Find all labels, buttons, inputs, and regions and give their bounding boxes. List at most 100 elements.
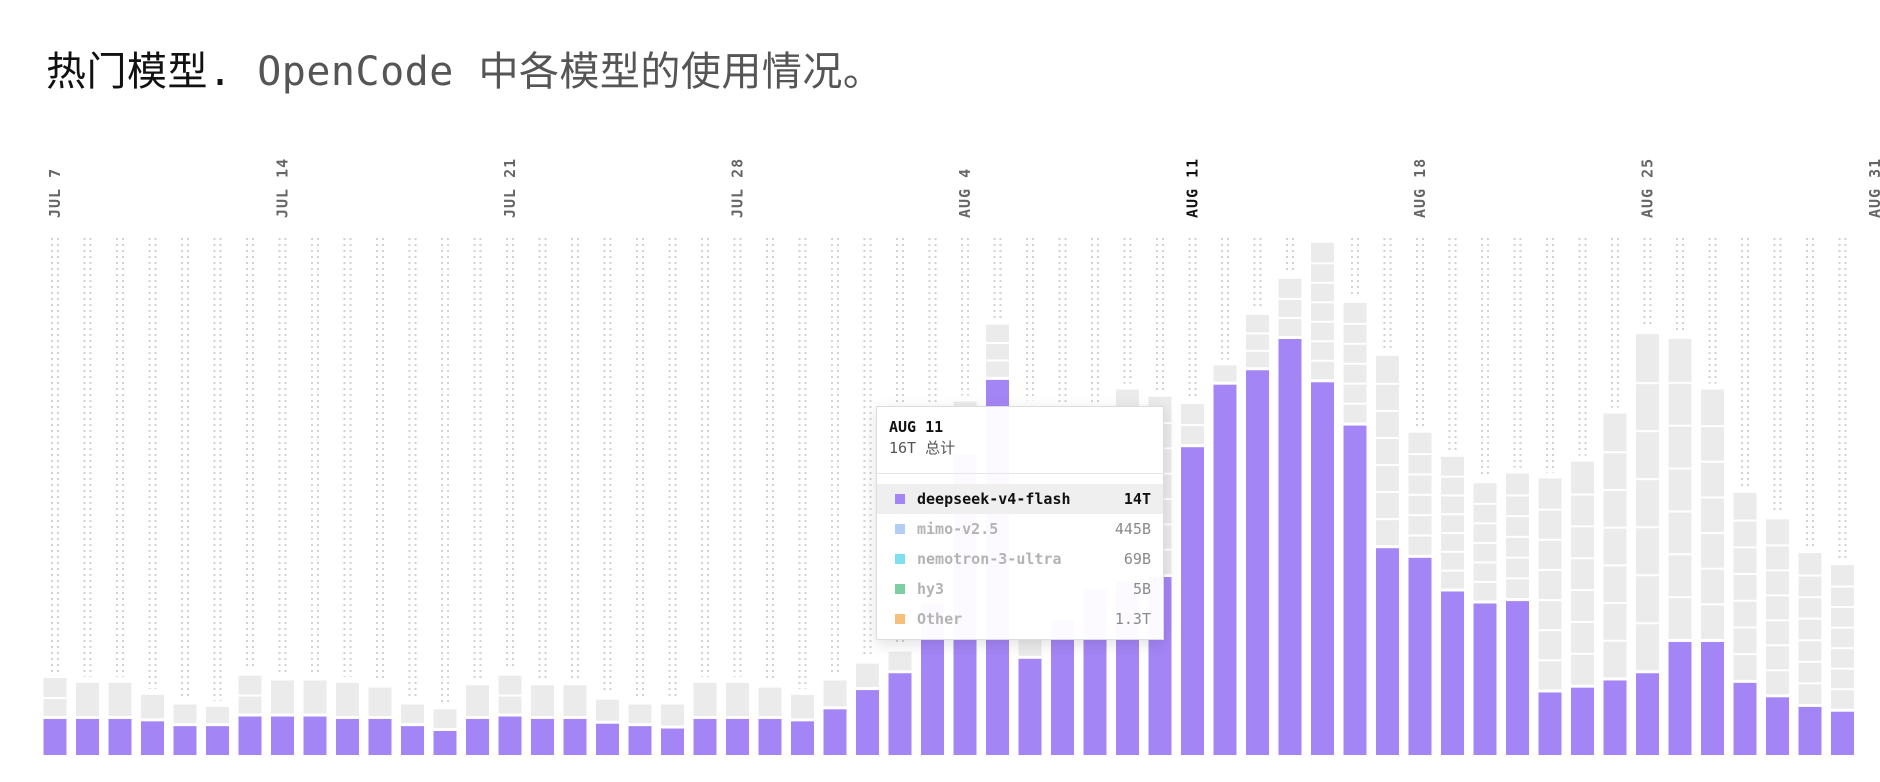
bar-highlight — [238, 716, 262, 755]
bar-group — [726, 682, 749, 755]
bar-highlight — [173, 726, 197, 755]
bar-group — [1831, 565, 1854, 755]
bar-separator — [1831, 585, 1854, 588]
bar-separator — [1798, 574, 1822, 577]
bar-group — [498, 675, 522, 755]
bar-separator — [1571, 652, 1594, 655]
bar-separator — [1733, 599, 1757, 602]
bar-separator — [1733, 626, 1757, 629]
bar-highlight — [791, 721, 814, 755]
tooltip-total: 16T 总计 — [889, 437, 1151, 459]
bar-group — [1408, 432, 1432, 755]
bar-other — [986, 324, 1009, 377]
bar-separator — [1538, 568, 1562, 571]
bar-highlight — [726, 718, 749, 755]
bar-highlight — [1571, 687, 1594, 755]
bar-highlight — [1311, 382, 1334, 755]
bar-other — [1278, 278, 1302, 336]
bar-separator — [1441, 569, 1464, 572]
bar-separator — [1441, 513, 1464, 516]
bar-separator — [1441, 494, 1464, 497]
bar-separator — [1701, 496, 1724, 499]
tooltip-row[interactable]: deepseek-v4-flash 14T — [877, 484, 1163, 514]
bar-other — [141, 694, 164, 719]
bar-separator — [1278, 297, 1302, 300]
bar-separator — [1473, 580, 1497, 583]
bar-group — [1636, 334, 1659, 755]
bar-highlight — [1441, 591, 1464, 755]
bar-highlight — [823, 709, 847, 755]
x-tick-label: AUG 31 — [1866, 158, 1880, 218]
bar-separator — [1311, 320, 1334, 323]
bar-highlight — [1408, 557, 1432, 755]
bar-group — [661, 704, 684, 755]
bar-separator — [238, 694, 262, 697]
tooltip-rows: deepseek-v4-flash 14T mimo-v2.5 445B nemotro… — [877, 474, 1163, 634]
bar-separator — [1798, 596, 1822, 599]
bar-group — [758, 687, 782, 755]
bar-highlight — [856, 690, 879, 755]
bar-other — [206, 706, 229, 724]
bar-separator — [1766, 594, 1789, 597]
bar-group — [563, 685, 587, 755]
bar-separator — [1538, 538, 1562, 541]
bar-separator — [1831, 626, 1854, 629]
bar-other — [368, 687, 392, 716]
bar-separator — [1181, 424, 1204, 427]
x-tick-label: JUL 7 — [46, 168, 64, 218]
bar-highlight — [401, 726, 424, 755]
bar-separator — [1668, 596, 1692, 599]
tooltip-row[interactable]: Other 1.3T — [877, 604, 1163, 634]
tooltip-row-name: Other — [917, 610, 963, 628]
bar-separator — [1798, 682, 1822, 685]
bar-separator — [1376, 464, 1399, 467]
bar-other — [466, 685, 489, 716]
bar-separator — [1408, 473, 1432, 476]
bar-other — [76, 682, 99, 716]
bar-separator — [986, 359, 1009, 362]
bar-group — [1538, 478, 1562, 755]
tooltip-row[interactable]: hy3 5B — [877, 574, 1163, 604]
bar-separator — [1668, 510, 1692, 513]
bar-group — [1701, 389, 1724, 755]
bar-separator — [1506, 515, 1529, 518]
bar-highlight — [206, 726, 229, 755]
bar-group — [1311, 242, 1334, 755]
bar-separator — [1473, 502, 1497, 505]
bar-other — [173, 704, 197, 724]
bar-highlight — [1636, 673, 1659, 755]
bar-group — [1181, 403, 1204, 755]
bar-highlight — [1343, 425, 1367, 755]
bar-separator — [1376, 382, 1399, 385]
bar-separator — [1376, 518, 1399, 521]
bar-separator — [1376, 491, 1399, 494]
x-tick-label: AUG 4 — [956, 168, 974, 218]
legend-swatch — [895, 554, 905, 564]
bar-highlight — [76, 718, 99, 755]
bar-other — [693, 682, 717, 716]
bar-other — [596, 699, 619, 721]
tooltip-row-name: mimo-v2.5 — [917, 520, 999, 538]
bar-separator — [1766, 644, 1789, 647]
bar-highlight — [368, 718, 392, 755]
bar-highlight — [1051, 620, 1074, 755]
bar-separator — [1571, 589, 1594, 592]
bar-other — [661, 704, 684, 726]
tooltip-row[interactable]: mimo-v2.5 445B — [877, 514, 1163, 544]
bar-separator — [1311, 359, 1334, 362]
tooltip-row[interactable]: nemotron-3-ultra 69B — [877, 544, 1163, 574]
tooltip-total-label: 总计 — [925, 439, 956, 457]
bar-separator — [1408, 453, 1432, 456]
tooltip-row-name: nemotron-3-ultra — [917, 550, 1062, 568]
bar-highlight — [1246, 370, 1269, 755]
bar-group — [433, 709, 457, 755]
bar-group — [271, 680, 294, 755]
bar-separator — [1441, 550, 1464, 553]
usage-chart[interactable]: JUL 7 JUL 14 JUL 21 JUL 28 AUG 4 AUG 11 AUG 18… — [0, 0, 1880, 782]
bar-separator — [1798, 660, 1822, 663]
bar-separator — [1408, 534, 1432, 537]
bar-highlight — [563, 718, 587, 755]
bar-highlight — [1376, 548, 1399, 755]
tooltip-date: AUG 11 — [889, 418, 944, 436]
legend-swatch — [895, 524, 905, 534]
